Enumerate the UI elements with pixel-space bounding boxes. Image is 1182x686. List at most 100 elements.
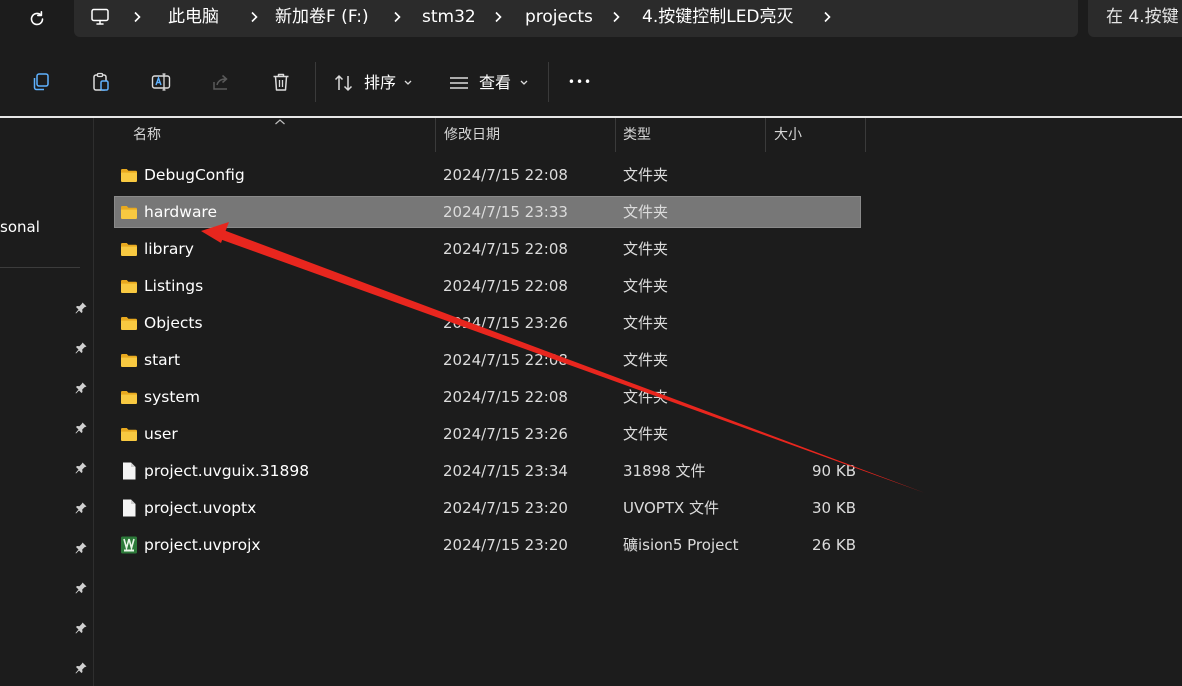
share-button[interactable] [209,70,233,94]
command-toolbar: 排序 查看 ••• [0,44,1182,116]
file-row[interactable]: library 2024/7/15 22:08 文件夹 [115,234,860,264]
delete-button[interactable] [269,70,293,94]
address-bar-region: 此电脑 新加卷F (F:) stm32 projects 4.按键控制LED亮灭… [0,0,1182,44]
pin-icon[interactable] [74,460,88,474]
this-pc-icon[interactable] [90,7,110,27]
pin-icon[interactable] [74,620,88,634]
folder-icon [120,315,138,331]
keil-project-icon [120,536,138,554]
column-header-type[interactable]: 类型 [623,118,651,152]
sort-button[interactable]: 排序 [333,70,419,96]
file-name: Listings [144,277,204,295]
file-size [755,382,856,412]
file-name: hardware [144,203,218,221]
copy-icon [33,73,49,91]
pin-icon[interactable] [74,660,88,674]
file-name: DebugConfig [144,166,245,184]
folder-icon [120,278,138,294]
chevron-right-icon[interactable] [249,11,259,23]
column-header-row: 名称 修改日期 类型 大小 [94,118,1182,152]
file-type: 31898 文件 [623,462,706,480]
file-modified-date: 2024/7/15 22:08 [443,388,568,406]
file-modified-date: 2024/7/15 22:08 [443,277,568,295]
file-modified-date: 2024/7/15 23:20 [443,499,568,517]
folder-icon [120,241,138,257]
file-row[interactable]: project.uvprojx 2024/7/15 23:20 礦ision5 Pr… [115,530,860,560]
more-options-button[interactable]: ••• [566,72,594,92]
sort-label: 排序 [364,73,397,92]
file-type: 文件夹 [623,277,669,295]
navigation-pane: sonal [0,118,93,686]
paste-button[interactable] [89,70,113,94]
breadcrumb-this-pc[interactable]: 此电脑 [168,0,219,34]
file-name: user [144,425,178,443]
file-modified-date: 2024/7/15 23:20 [443,536,568,554]
breadcrumb-stm32[interactable]: stm32 [422,0,476,34]
file-type: 文件夹 [623,351,669,369]
file-type: 文件夹 [623,425,669,443]
column-header-size[interactable]: 大小 [774,118,802,152]
sidebar-item-personal[interactable]: sonal [0,218,40,236]
file-row[interactable]: DebugConfig 2024/7/15 22:08 文件夹 [115,160,860,190]
file-row[interactable]: system 2024/7/15 22:08 文件夹 [115,382,860,412]
pin-icon[interactable] [74,420,88,434]
file-row[interactable]: project.uvoptx 2024/7/15 23:20 UVOPTX 文件 30… [115,493,860,523]
breadcrumb-current-folder[interactable]: 4.按键控制LED亮灭 [642,0,794,34]
refresh-icon [30,11,44,26]
file-type: 文件夹 [623,166,669,184]
sidebar-divider [0,267,80,268]
column-divider[interactable] [435,118,436,152]
chevron-right-icon[interactable] [493,11,503,23]
file-size [755,160,856,190]
file-type: 文件夹 [623,203,669,221]
breadcrumb-drive-f[interactable]: 新加卷F (F:) [275,0,369,34]
search-placeholder: 在 4.按键 [1106,7,1179,27]
folder-icon [120,426,138,442]
file-row[interactable]: Listings 2024/7/15 22:08 文件夹 [115,271,860,301]
pin-icon[interactable] [74,340,88,354]
rename-button[interactable] [149,70,173,94]
file-modified-date: 2024/7/15 23:34 [443,462,568,480]
sort-icon [334,74,353,92]
file-size [755,271,856,301]
pin-icon[interactable] [74,380,88,394]
column-divider[interactable] [765,118,766,152]
column-header-name[interactable]: 名称 [133,118,161,152]
chevron-right-icon[interactable] [611,11,621,23]
search-input[interactable]: 在 4.按键 [1088,0,1182,37]
column-header-date[interactable]: 修改日期 [444,118,500,152]
pane-splitter[interactable] [93,118,94,686]
file-modified-date: 2024/7/15 23:26 [443,314,568,332]
breadcrumb-projects[interactable]: projects [525,0,593,34]
pin-icon[interactable] [74,300,88,314]
file-row-selected[interactable]: hardware 2024/7/15 23:33 文件夹 [114,196,861,228]
file-type: 文件夹 [623,314,669,332]
view-button[interactable]: 查看 [448,70,536,96]
file-row[interactable]: user 2024/7/15 23:26 文件夹 [115,419,860,449]
folder-icon [120,204,138,220]
chevron-right-icon[interactable] [392,11,402,23]
file-name: library [144,240,194,258]
file-row[interactable]: Objects 2024/7/15 23:26 文件夹 [115,308,860,338]
paste-icon [93,72,109,91]
toolbar-separator [548,62,549,102]
pin-icon[interactable] [74,500,88,514]
pin-icon[interactable] [74,540,88,554]
file-size: 26 KB [812,536,856,554]
file-row[interactable]: start 2024/7/15 22:08 文件夹 [115,345,860,375]
file-size: 30 KB [812,499,856,517]
chevron-right-icon[interactable] [822,11,832,23]
rename-icon [151,73,171,91]
sort-ascending-icon [275,119,285,125]
pin-icon[interactable] [74,580,88,594]
copy-button[interactable] [29,70,53,94]
column-divider[interactable] [615,118,616,152]
file-type: 文件夹 [623,240,669,258]
column-divider[interactable] [865,118,866,152]
file-row[interactable]: project.uvguix.31898 2024/7/15 23:34 31898… [115,456,860,486]
chevron-right-icon[interactable] [132,11,142,23]
address-box[interactable]: 此电脑 新加卷F (F:) stm32 projects 4.按键控制LED亮灭 [74,0,1078,37]
file-modified-date: 2024/7/15 23:33 [443,203,568,221]
refresh-button[interactable] [22,6,52,32]
file-size [755,419,856,449]
